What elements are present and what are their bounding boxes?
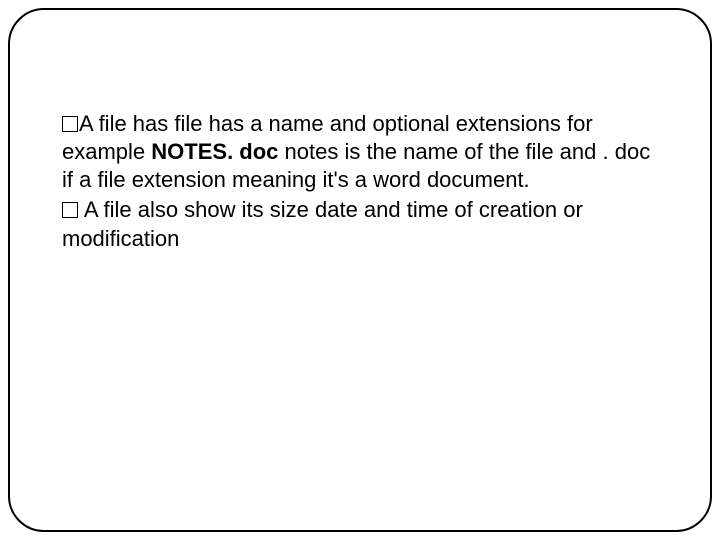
slide-content: A file has file has a name and optional … — [62, 110, 666, 255]
bullet-item-2: A file also show its size date and time … — [62, 196, 666, 252]
slide-frame — [8, 8, 712, 532]
bullet-1-bold: NOTES. doc — [151, 139, 278, 164]
square-bullet-icon — [62, 116, 78, 132]
bullet-item-1: A file has file has a name and optional … — [62, 110, 666, 194]
square-bullet-icon — [62, 202, 78, 218]
slide: A file has file has a name and optional … — [0, 0, 720, 540]
bullet-2-text: A file also show its size date and time … — [62, 197, 583, 250]
